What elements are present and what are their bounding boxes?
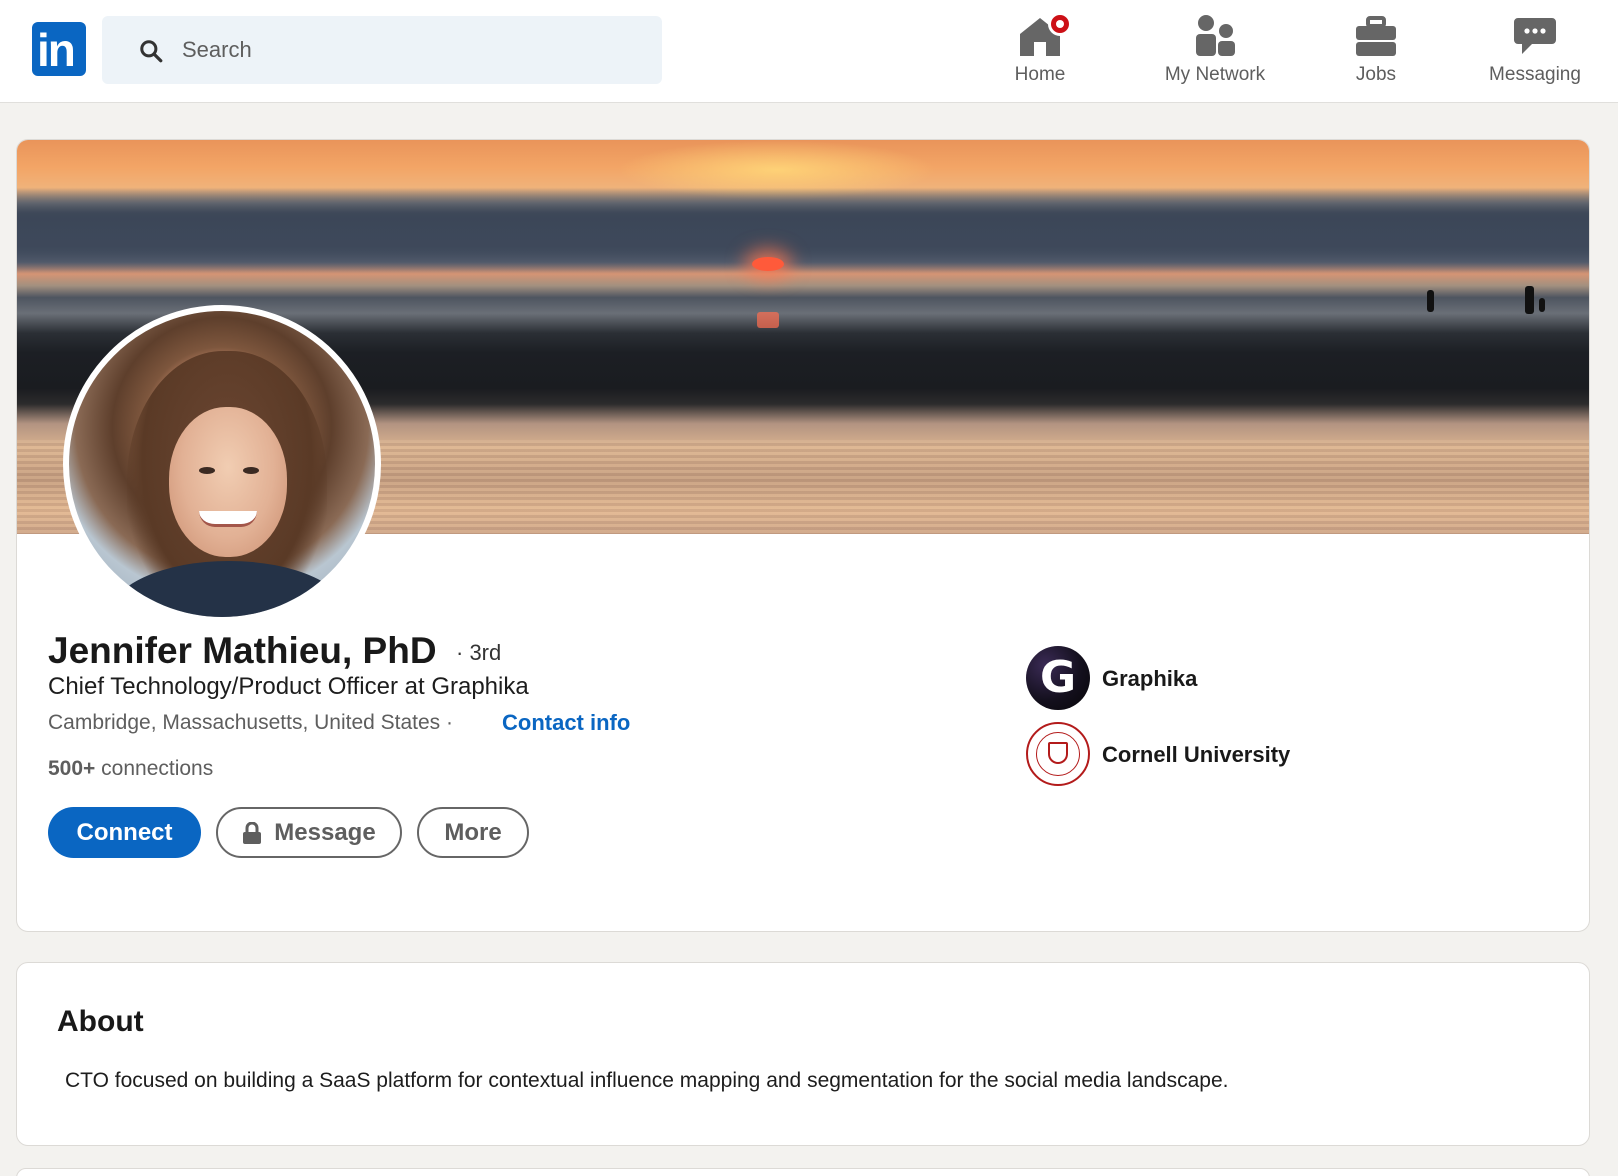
nav-item-home[interactable]: Home [990, 10, 1090, 92]
connect-button[interactable]: Connect [48, 807, 201, 858]
banner-child-silhouette [1539, 298, 1545, 312]
nav-label-messaging: Messaging [1489, 64, 1581, 85]
connections-number: 500+ [48, 757, 96, 780]
message-button-label: Message [274, 818, 376, 846]
search-input[interactable] [182, 28, 642, 72]
profile-name: Jennifer Mathieu, PhD [48, 630, 437, 671]
banner-person-silhouette [1427, 290, 1434, 312]
people-icon [1196, 15, 1235, 56]
about-section: About CTO focused on building a SaaS pla… [16, 962, 1590, 1146]
nav-item-messaging[interactable]: Messaging [1480, 10, 1590, 92]
connection-degree: · 3rd [456, 640, 502, 665]
search-icon [140, 40, 163, 63]
avatar-eye [243, 467, 259, 474]
nav-item-my-network[interactable]: My Network [1150, 10, 1280, 92]
message-button[interactable]: Message [216, 807, 402, 858]
about-title: About [57, 1005, 144, 1038]
notification-badge [1048, 12, 1072, 36]
more-button[interactable]: More [417, 807, 529, 858]
graphika-logo-icon: G [1026, 646, 1090, 710]
lock-icon [243, 821, 262, 844]
avatar-eye [199, 467, 215, 474]
briefcase-icon [1356, 16, 1396, 56]
banner-sun [752, 257, 784, 271]
avatar-smile [199, 511, 257, 527]
about-text: CTO focused on building a SaaS platform … [65, 1069, 1229, 1092]
nav-label-home: Home [1014, 64, 1066, 85]
org-graphika[interactable]: G Graphika [1026, 646, 1406, 710]
nav-item-jobs[interactable]: Jobs [1326, 10, 1426, 92]
search-bar[interactable] [102, 16, 662, 84]
org-cornell-university[interactable]: Cornell University [1026, 722, 1406, 786]
banner-cloud-band [17, 188, 1589, 272]
top-navigation-bar: in Home My Network [0, 0, 1618, 103]
org-name-graphika: Graphika [1102, 666, 1198, 691]
contact-info-link[interactable]: Contact info [502, 710, 630, 736]
banner-sun-reflection [757, 312, 779, 328]
next-section-card [16, 1168, 1590, 1176]
avatar-face [169, 407, 287, 557]
org-name-cornell: Cornell University [1102, 742, 1291, 767]
linkedin-logo-icon[interactable]: in [32, 22, 86, 76]
logo-text: in [37, 24, 76, 76]
connections-count: 500+ connections [48, 757, 213, 781]
cornell-seal-icon [1026, 722, 1090, 786]
graphika-logo-letter: G [1039, 652, 1077, 703]
chat-bubble-icon [1514, 18, 1556, 54]
profile-avatar[interactable] [63, 305, 381, 623]
profile-headline: Chief Technology/Product Officer at Grap… [48, 673, 529, 700]
nav-label-my-network: My Network [1164, 64, 1266, 85]
profile-location: Cambridge, Massachusetts, United States … [48, 711, 454, 734]
cornell-seal-shield [1048, 742, 1068, 764]
connections-label: connections [101, 757, 214, 780]
banner-person-silhouette [1525, 286, 1534, 314]
nav-label-jobs: Jobs [1355, 64, 1397, 85]
